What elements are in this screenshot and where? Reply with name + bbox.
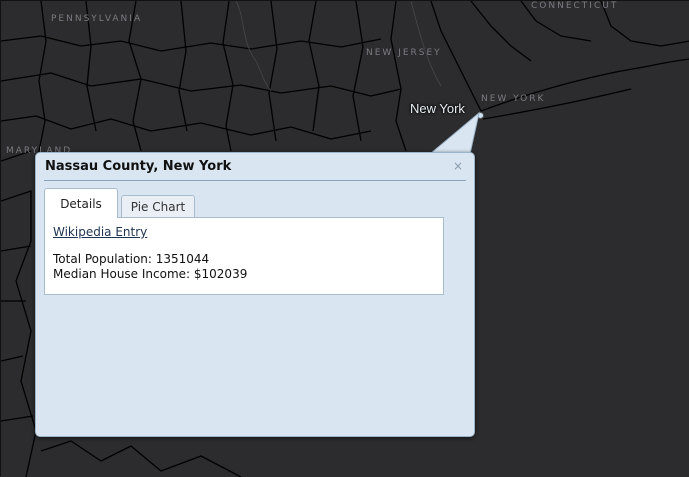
info-popup: Nassau County, New York × Details Pie Ch… (35, 152, 475, 437)
map-state-label-new-york: NEW YORK (481, 94, 546, 104)
map-city-label: New York (410, 101, 465, 116)
total-population: Total Population: 1351044 (53, 252, 210, 266)
details-panel: Wikipedia Entry Total Population: 135104… (44, 217, 444, 295)
map-location-marker[interactable] (477, 112, 484, 119)
popup-divider (44, 180, 466, 181)
wikipedia-link[interactable]: Wikipedia Entry (53, 225, 435, 239)
map-state-label-pennsylvania: PENNSYLVANIA (51, 14, 143, 24)
tab-details[interactable]: Details (44, 188, 118, 218)
popup-title: Nassau County, New York (45, 159, 232, 174)
map-state-label-new-jersey: NEW JERSEY (366, 48, 442, 58)
median-house-income: Median House Income: $102039 (53, 267, 248, 281)
close-icon[interactable]: × (453, 159, 463, 173)
tab-pie-chart[interactable]: Pie Chart (121, 195, 195, 217)
map-state-label-connecticut: CONNECTICUT (531, 1, 619, 11)
